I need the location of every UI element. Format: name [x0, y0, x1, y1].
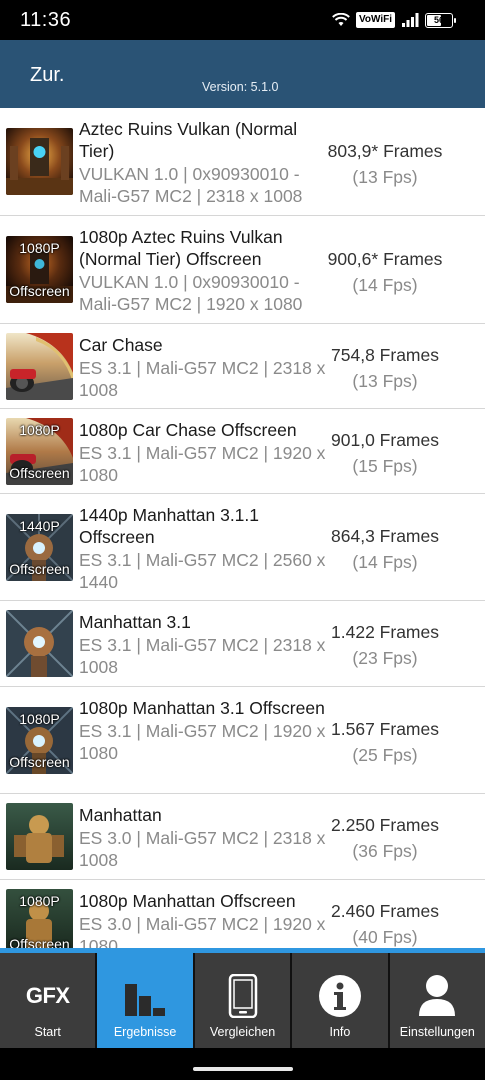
nav-start[interactable]: GFX Start	[0, 953, 98, 1048]
result-fps: (15 Fps)	[352, 456, 418, 476]
battery-icon: 56	[425, 12, 456, 28]
aztec-thumbnail	[6, 128, 73, 195]
result-details: ES 3.1 | Mali-G57 MC2 | 2560 x 1440	[79, 550, 326, 592]
nav-einstellungen[interactable]: Einstellungen	[390, 953, 485, 1048]
app-bar: Zur. Version: 5.1.0	[0, 40, 485, 108]
result-title: 1080p Manhattan Offscreen	[79, 891, 296, 911]
result-fps: (23 Fps)	[352, 648, 418, 668]
result-frames: 901,0 Frames	[331, 430, 439, 450]
result-title: 1080p Aztec Ruins Vulkan (Normal Tier) O…	[79, 227, 283, 269]
battery-level: 56	[433, 15, 444, 25]
result-details: ES 3.1 | Mali-G57 MC2 | 2318 x 1008	[79, 358, 326, 400]
offscreen-overlay: Offscreen	[9, 936, 70, 948]
result-frames: 900,6* Frames	[327, 249, 443, 269]
offscreen-overlay: Offscreen	[9, 561, 70, 577]
result-details: ES 3.1 | Mali-G57 MC2 | 1920 x 1080	[79, 721, 326, 763]
bar-chart-icon	[125, 984, 166, 1016]
result-title: 1080p Manhattan 3.1 Offscreen	[79, 698, 325, 718]
person-icon	[419, 975, 456, 1016]
resolution-overlay: 1080P	[19, 422, 60, 438]
gfx-logo-icon: GFX	[25, 983, 70, 1008]
result-fps: (40 Fps)	[352, 927, 418, 947]
offscreen-overlay: Offscreen	[9, 754, 70, 770]
back-button[interactable]: Zur.	[30, 64, 64, 87]
result-frames: 2.250 Frames	[331, 815, 439, 835]
result-frames: 864,3 Frames	[331, 526, 439, 546]
resolution-overlay: 1080P	[19, 893, 60, 909]
result-details: ES 3.1 | Mali-G57 MC2 | 1920 x 1080	[79, 443, 326, 485]
result-fps: (25 Fps)	[352, 745, 418, 765]
result-row[interactable]: 1080P Offscreen 1080p Aztec Ruins Vulkan…	[0, 216, 485, 324]
nav-ergebnisse[interactable]: Ergebnisse	[97, 953, 195, 1048]
vowifi-badge: VoWiFi	[355, 12, 395, 28]
result-row[interactable]: Manhattan 3.1 ES 3.1 | Mali-G57 MC2 | 23…	[0, 601, 485, 687]
result-details: ES 3.0 | Mali-G57 MC2 | 1920 x 1080	[79, 914, 326, 948]
car-chase-thumbnail	[6, 333, 73, 400]
result-title: Car Chase	[79, 335, 163, 355]
nav-info[interactable]: Info	[292, 953, 390, 1048]
nav-label: Info	[329, 1025, 351, 1039]
nav-label: Ergebnisse	[113, 1025, 177, 1039]
manhattan-31-thumbnail: 1080P Offscreen	[6, 707, 73, 774]
result-frames: 1.567 Frames	[331, 719, 439, 739]
offscreen-overlay: Offscreen	[9, 465, 70, 481]
wifi-icon	[332, 13, 350, 26]
status-bar: 11:36 VoWiFi 56	[0, 0, 485, 40]
result-details: ES 3.1 | Mali-G57 MC2 | 2318 x 1008	[79, 635, 326, 677]
result-frames: 754,8 Frames	[331, 345, 439, 365]
result-row[interactable]: Car Chase ES 3.1 | Mali-G57 MC2 | 2318 x…	[0, 324, 485, 409]
result-row[interactable]: Aztec Ruins Vulkan (Normal Tier) VULKAN …	[0, 108, 485, 216]
result-row[interactable]: 1080P Offscreen 1080p Manhattan Offscree…	[0, 880, 485, 948]
resolution-overlay: 1080P	[19, 711, 60, 727]
result-details: VULKAN 1.0 | 0x90930010 - Mali-G57 MC2 |…	[79, 272, 303, 314]
offscreen-overlay: Offscreen	[9, 283, 70, 299]
nav-label: Vergleichen	[209, 1025, 276, 1039]
result-row[interactable]: Manhattan ES 3.0 | Mali-G57 MC2 | 2318 x…	[0, 794, 485, 880]
nav-vergleichen[interactable]: Vergleichen	[195, 953, 293, 1048]
result-fps: (13 Fps)	[352, 167, 418, 187]
result-title: 1080p Car Chase Offscreen	[79, 420, 297, 440]
signal-icon	[402, 13, 419, 27]
result-row[interactable]: 1080P Offscreen 1080p Manhattan 3.1 Offs…	[0, 687, 485, 794]
result-fps: (13 Fps)	[352, 371, 418, 391]
manhattan-thumbnail	[6, 803, 73, 870]
result-title: Manhattan	[79, 805, 162, 825]
result-frames: 2.460 Frames	[331, 901, 439, 921]
nav-label: Start	[34, 1025, 61, 1039]
gesture-bar	[0, 1048, 485, 1080]
manhattan-thumbnail: 1080P Offscreen	[6, 889, 73, 948]
result-frames: 1.422 Frames	[331, 622, 439, 642]
result-title: Manhattan 3.1	[79, 612, 191, 632]
result-title: 1440p Manhattan 3.1.1 Offscreen	[79, 505, 260, 547]
nav-label: Einstellungen	[399, 1025, 475, 1039]
phone-icon	[228, 974, 257, 1018]
car-chase-thumbnail: 1080P Offscreen	[6, 418, 73, 485]
result-fps: (14 Fps)	[352, 552, 418, 572]
result-row[interactable]: 1080P Offscreen 1080p Car Chase Offscree…	[0, 409, 485, 494]
status-icons: VoWiFi 56	[332, 11, 456, 29]
result-frames: 803,9* Frames	[327, 141, 443, 161]
manhattan-31-thumbnail	[6, 610, 73, 677]
result-row[interactable]: 1440P Offscreen 1440p Manhattan 3.1.1 Of…	[0, 494, 485, 601]
bottom-navigation: GFX Start Ergebnisse Vergleichen Info Ei…	[0, 953, 485, 1048]
result-details: ES 3.0 | Mali-G57 MC2 | 2318 x 1008	[79, 828, 326, 870]
result-details: VULKAN 1.0 | 0x90930010 - Mali-G57 MC2 |…	[79, 164, 303, 206]
manhattan-31-thumbnail: 1440P Offscreen	[6, 514, 73, 581]
result-fps: (36 Fps)	[352, 841, 418, 861]
aztec-thumbnail: 1080P Offscreen	[6, 236, 73, 303]
resolution-overlay: 1440P	[19, 518, 60, 534]
resolution-overlay: 1080P	[19, 240, 60, 256]
result-title: Aztec Ruins Vulkan (Normal Tier)	[79, 119, 298, 161]
results-list[interactable]: Aztec Ruins Vulkan (Normal Tier) VULKAN …	[0, 108, 485, 948]
status-time: 11:36	[20, 9, 72, 31]
home-indicator[interactable]	[193, 1067, 293, 1071]
result-fps: (14 Fps)	[352, 275, 418, 295]
info-icon	[318, 975, 361, 1017]
version-label: Version: 5.1.0	[202, 80, 279, 94]
